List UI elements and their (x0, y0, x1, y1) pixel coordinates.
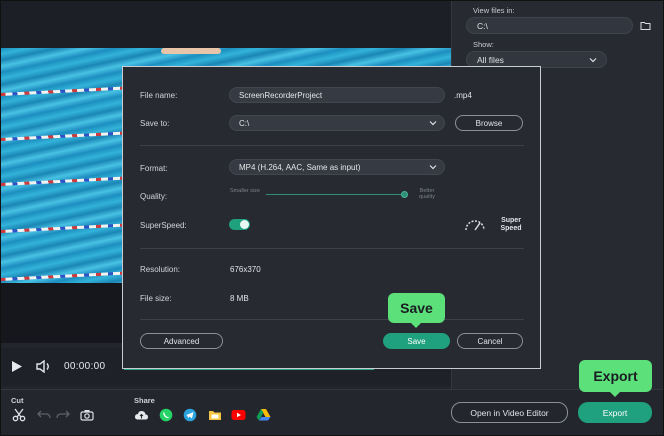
resolution-value: 676x370 (230, 265, 261, 274)
play-icon[interactable] (10, 359, 24, 373)
quality-max-caption: Better quality (419, 188, 435, 200)
chevron-down-icon (589, 58, 597, 63)
quality-min-caption: Smaller size (230, 188, 260, 194)
file-extension: .mp4 (454, 91, 472, 100)
folder-icon[interactable] (640, 20, 651, 31)
show-dropdown-value: All files (477, 54, 504, 65)
time-display: 00:00:00 (64, 361, 106, 372)
google-drive-folder-icon[interactable] (207, 407, 222, 422)
cloud-icon[interactable] (134, 407, 149, 422)
open-in-editor-button[interactable]: Open in Video Editor (451, 402, 568, 423)
divider (140, 145, 524, 146)
file-name-label: File name: (140, 91, 178, 100)
video-top-area (1, 1, 451, 48)
quality-slider-track[interactable] (266, 194, 406, 195)
youtube-icon[interactable] (231, 407, 246, 422)
quality-label: Quality: (140, 192, 168, 201)
resolution-label: Resolution: (140, 265, 181, 274)
snapshot-icon[interactable] (79, 407, 94, 422)
scissors-icon[interactable] (11, 407, 26, 422)
cut-label: Cut (11, 396, 24, 405)
toggle-knob (240, 220, 249, 229)
advanced-button[interactable]: Advanced (140, 333, 223, 349)
cancel-button[interactable]: Cancel (457, 333, 523, 349)
volume-icon[interactable] (35, 359, 53, 373)
callout-pointer (609, 391, 621, 397)
format-value: MP4 (H.264, AAC, Same as input) (239, 162, 361, 172)
chevron-down-icon (429, 121, 437, 126)
show-label: Show: (473, 40, 494, 49)
export-button[interactable]: Export (578, 402, 652, 423)
save-to-dropdown[interactable]: C:\ (229, 115, 445, 131)
export-callout: Export (579, 360, 652, 392)
file-size-label: File size: (140, 294, 172, 303)
share-label: Share (134, 396, 155, 405)
divider (140, 319, 524, 320)
browse-button[interactable]: Browse (455, 115, 523, 131)
file-size-value: 8 MB (230, 294, 249, 303)
file-name-input[interactable]: ScreenRecorderProject (229, 87, 445, 103)
superspeed-label: SuperSpeed: (140, 221, 187, 230)
whatsapp-icon[interactable] (158, 407, 173, 422)
callout-pointer (410, 322, 422, 328)
save-to-value: C:\ (239, 118, 250, 128)
save-button[interactable]: Save (383, 333, 450, 349)
quality-slider-knob[interactable] (401, 191, 408, 198)
view-files-label: View files in: (473, 6, 515, 15)
speedometer-icon (463, 216, 487, 232)
save-callout: Save (388, 293, 445, 323)
telegram-icon[interactable] (182, 407, 197, 422)
swimmer-figure (161, 48, 221, 54)
format-label: Format: (140, 164, 168, 173)
chevron-down-icon (429, 165, 437, 170)
format-dropdown[interactable]: MP4 (H.264, AAC, Same as input) (229, 159, 445, 175)
google-drive-icon[interactable] (256, 407, 271, 422)
view-files-field[interactable]: C:\ (466, 17, 633, 34)
divider (140, 248, 524, 249)
undo-icon[interactable] (36, 407, 51, 422)
superspeed-toggle[interactable] (229, 219, 250, 230)
save-to-label: Save to: (140, 119, 170, 128)
superspeed-badge: Super Speed (500, 217, 522, 232)
redo-icon[interactable] (55, 407, 70, 422)
